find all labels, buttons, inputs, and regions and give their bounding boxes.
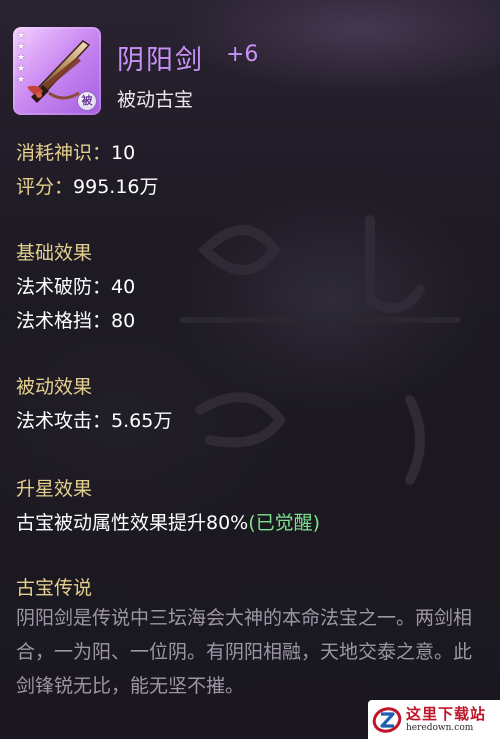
- star-up-title: 升星效果: [16, 478, 93, 500]
- passive-badge: 被: [77, 91, 97, 111]
- consume-value: 10: [111, 142, 136, 164]
- basic-effects-title: 基础效果: [16, 242, 93, 264]
- passive-effects-title: 被动效果: [16, 376, 93, 398]
- basic-effect-label: 法术格挡：: [16, 310, 112, 332]
- passive-effect-value: 5.65万: [111, 410, 173, 432]
- passive-effect-label: 法术攻击：: [16, 410, 112, 432]
- star-up-text: 古宝被动属性效果提升80%: [16, 512, 249, 534]
- item-enhance-level: +6: [226, 42, 259, 67]
- watermark-logo-icon: [372, 706, 402, 733]
- awakened-status: (已觉醒): [248, 512, 321, 534]
- consume-label: 消耗神识：: [16, 142, 112, 164]
- lore-title: 古宝传说: [16, 577, 93, 599]
- passive-effect-line: 法术攻击：5.65万: [16, 406, 172, 433]
- item-tooltip-panel: ★ ★ ★ ★ ★ 被 阴阳剑 +6 被动古宝 消耗神识：10 评分：995.16万: [0, 0, 500, 739]
- lore-text: 阴阳剑是传说中三坛海会大神的本命法宝之一。两剑相合，一为阳、一位阴。有阴阳相融，…: [16, 607, 473, 697]
- basic-effect-line: 法术格挡：80: [16, 306, 135, 333]
- score-label: 评分：: [16, 176, 74, 198]
- watermark: 这里下载站 heredown.com: [368, 700, 500, 739]
- item-icon-frame[interactable]: ★ ★ ★ ★ ★ 被: [13, 27, 101, 115]
- consume-row: 消耗神识：10: [16, 138, 135, 165]
- item-type: 被动古宝: [117, 89, 194, 111]
- score-value: 995.16万: [73, 176, 159, 198]
- basic-effect-value: 40: [111, 276, 136, 298]
- watermark-en: heredown.com: [406, 722, 474, 733]
- basic-effect-label: 法术破防：: [16, 276, 112, 298]
- star-up-line: 古宝被动属性效果提升80%(已觉醒): [16, 508, 320, 535]
- basic-effect-line: 法术破防：40: [16, 272, 135, 299]
- item-name: 阴阳剑: [117, 45, 204, 76]
- watermark-cn: 这里下载站: [406, 704, 487, 723]
- basic-effect-value: 80: [111, 310, 136, 332]
- score-row: 评分：995.16万: [16, 172, 159, 199]
